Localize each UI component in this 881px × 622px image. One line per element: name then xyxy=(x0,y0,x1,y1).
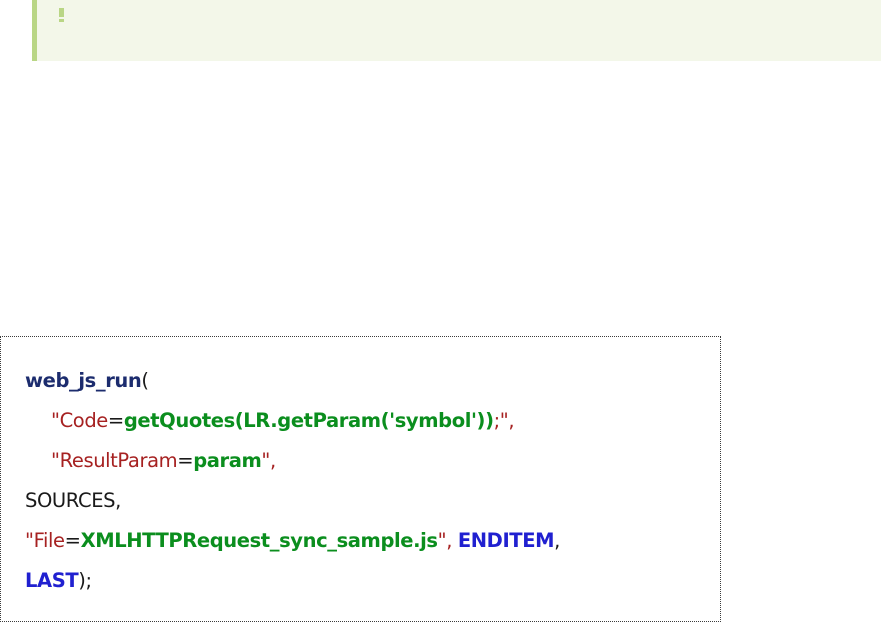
code-block: web_js_run( "Code=getQuotes(LR.getParam(… xyxy=(0,336,721,622)
quote-open: " xyxy=(25,529,34,552)
equals-sign: = xyxy=(177,449,194,472)
code-line-3: "ResultParam=param", xyxy=(25,441,720,481)
line-tail: , xyxy=(554,529,560,552)
exclamation-icon xyxy=(59,8,64,22)
line-tail: ;", xyxy=(493,409,515,432)
enditem-keyword: ENDITEM xyxy=(457,529,555,552)
equals-sign: = xyxy=(107,409,124,432)
quote-open: " xyxy=(51,409,60,432)
close-paren: ); xyxy=(78,569,92,592)
param-value-resultparam: param xyxy=(193,449,262,472)
last-keyword: LAST xyxy=(25,569,79,592)
code-line-2: "Code=getQuotes(LR.getParam('symbol'));"… xyxy=(25,401,720,441)
param-key-code: Code xyxy=(59,409,109,432)
param-value-code: getQuotes(LR.getParam('symbol')) xyxy=(123,409,494,432)
code-line-6: LAST); xyxy=(25,561,720,601)
code-line-1: web_js_run( xyxy=(25,361,720,401)
sources-keyword: SOURCES, xyxy=(25,489,121,512)
param-key-file: File xyxy=(33,529,65,552)
function-name: web_js_run xyxy=(25,369,142,392)
line-tail: ", xyxy=(261,449,276,472)
code-line-4: SOURCES, xyxy=(25,481,720,521)
code-line-5: "File=XMLHTTPRequest_sync_sample.js", EN… xyxy=(25,521,720,561)
quote-open: " xyxy=(51,449,60,472)
note-banner xyxy=(32,0,881,61)
open-paren: ( xyxy=(141,369,149,392)
quote-close: ", xyxy=(437,529,453,552)
equals-sign: = xyxy=(64,529,81,552)
param-key-resultparam: ResultParam xyxy=(59,449,178,472)
param-value-file: XMLHTTPRequest_sync_sample.js xyxy=(80,529,438,552)
